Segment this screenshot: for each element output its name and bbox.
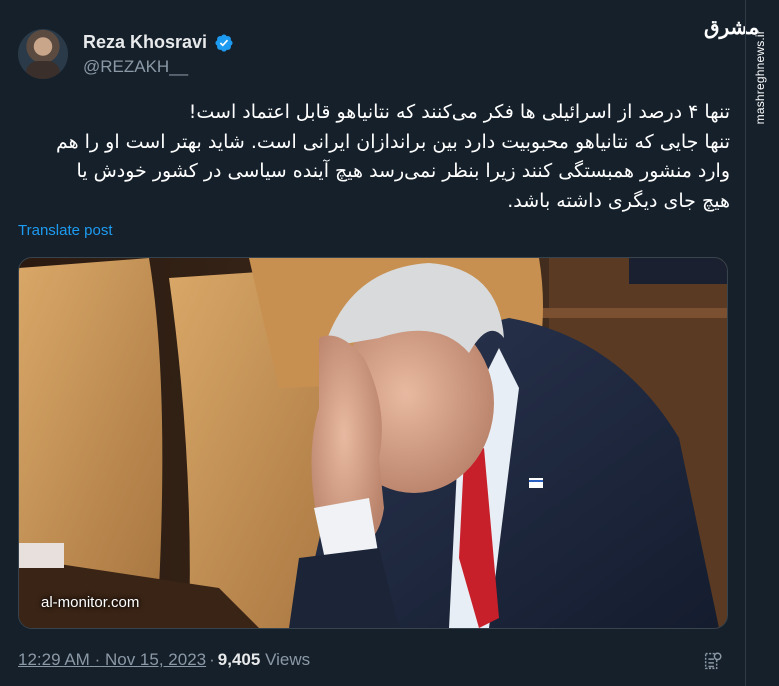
author-name[interactable]: Reza Khosravi: [83, 32, 207, 53]
verified-badge-icon: [215, 34, 233, 52]
tweet-meta: 12:29 AM · Nov 15, 2023 · 9,405 Views: [18, 650, 310, 670]
tweet-date: Nov 15, 2023: [104, 650, 207, 669]
tweet-time-link[interactable]: 12:29 AM · Nov 15, 2023: [18, 650, 206, 669]
tweet-line: هیچ جای دیگری داشته باشد.: [507, 189, 730, 212]
tweet-line: وارد منشور همبستگی کنند زیرا بنظر نمی‌رس…: [76, 160, 730, 182]
tweet-line: تنها جایی که نتانیاهو محبوبیت دارد بین ب…: [55, 130, 730, 153]
meta-separator: ·: [94, 650, 101, 669]
photo-illustration: [19, 258, 727, 628]
author-handle[interactable]: @REZAKH__: [83, 57, 188, 77]
analytics-icon[interactable]: [702, 650, 724, 672]
tweet-media-photo[interactable]: al-monitor.com: [18, 257, 728, 629]
media-credit: al-monitor.com: [41, 594, 140, 611]
tweet-text: تنها ۴ درصد از اسرائیلی ها فکر می‌کنند ک…: [18, 98, 730, 216]
column-divider: [745, 0, 746, 686]
tweet-line: تنها ۴ درصد از اسرائیلی ها فکر می‌کنند ک…: [188, 101, 730, 123]
translate-post-link[interactable]: Translate post: [18, 222, 113, 239]
tweet-time: 12:29 AM: [18, 650, 90, 669]
watermark-site: mashreghnews.ir: [753, 30, 767, 125]
views-label: Views: [265, 650, 311, 669]
watermark-logo: مشرق: [704, 15, 760, 39]
meta-separator: ·: [209, 650, 215, 669]
avatar[interactable]: [18, 29, 68, 79]
views-count: 9,405: [217, 650, 261, 669]
